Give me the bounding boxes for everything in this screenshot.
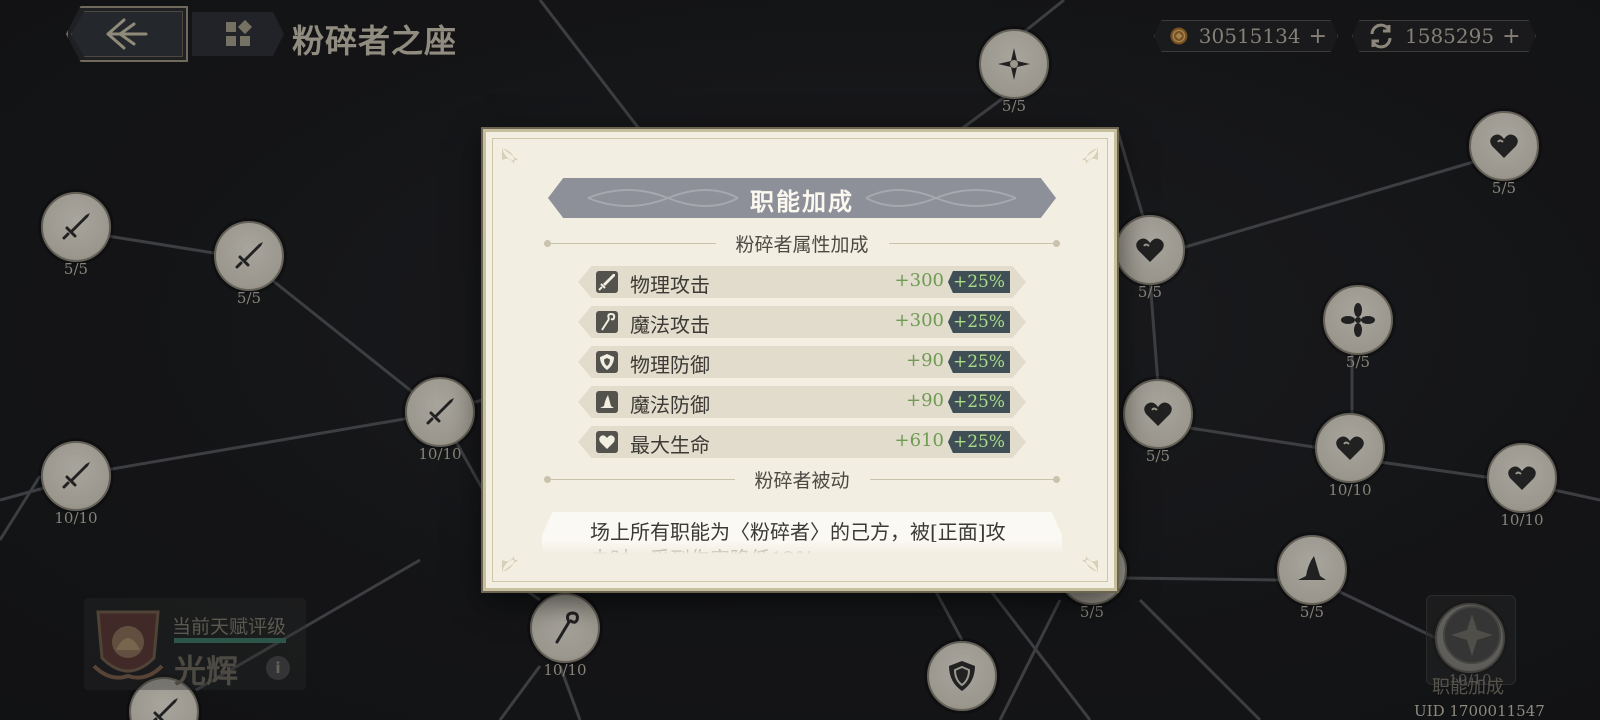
talent-tree-screen: 5/5 5/5 5/5 5/5 5/5 5/5 10/10 5/5 10/10 10/10 10/1… [0, 0, 1600, 720]
divider [888, 239, 1061, 247]
wizard-hat-icon [596, 391, 618, 413]
stat-percent-badge: +25% [948, 311, 1010, 333]
stat-name: 物理防御 [630, 353, 710, 377]
passive-section-heading: 粉碎者被动 [544, 466, 1061, 492]
shield-icon [596, 351, 618, 373]
stat-value: +90 [906, 350, 944, 371]
stat-row: 物理攻击 +300 +25% [578, 266, 1026, 298]
passive-description-box[interactable]: 场上所有职能为〈粉碎者〉的己方，被[正面]攻击时，受到伤害降低12% [542, 512, 1062, 554]
stat-percent-badge: +25% [948, 431, 1010, 453]
stat-row: 最大生命 +610 +25% [578, 426, 1026, 458]
stat-value: +610 [894, 430, 944, 451]
corner-ornament-icon [502, 148, 518, 164]
sword-icon [596, 271, 618, 293]
dialog-header: 职能加成 [548, 178, 1056, 218]
divider [544, 239, 716, 247]
corner-ornament-icon [502, 556, 518, 572]
stat-percent-badge: +25% [948, 351, 1010, 373]
divider [869, 475, 1061, 483]
stat-row: 魔法攻击 +300 +25% [578, 306, 1026, 338]
stat-name: 魔法攻击 [630, 313, 710, 337]
stat-row: 物理防御 +90 +25% [578, 346, 1026, 378]
stat-percent-badge: +25% [948, 391, 1010, 413]
heart-icon [596, 431, 618, 453]
corner-ornament-icon [1082, 148, 1098, 164]
stat-name: 物理攻击 [630, 273, 710, 297]
dialog-title: 职能加成 [750, 187, 854, 216]
divider [544, 475, 735, 483]
attributes-heading-text: 粉碎者属性加成 [735, 233, 869, 256]
stat-name: 最大生命 [630, 433, 710, 457]
scroll-fade [542, 540, 1062, 554]
stat-value: +300 [894, 310, 944, 331]
corner-ornament-icon [1082, 556, 1098, 572]
passive-heading-text: 粉碎者被动 [754, 469, 850, 492]
attributes-section-heading: 粉碎者属性加成 [544, 230, 1061, 256]
stat-percent-badge: +25% [948, 271, 1010, 293]
stat-name: 魔法防御 [630, 393, 710, 417]
stat-value: +300 [894, 270, 944, 291]
stat-row: 魔法防御 +90 +25% [578, 386, 1026, 418]
staff-icon [596, 311, 618, 333]
class-bonus-dialog: 职能加成 粉碎者属性加成 物理攻击 +300 +25% 魔法攻击 +300 +25% 物理防… [483, 129, 1117, 591]
stat-value: +90 [906, 390, 944, 411]
